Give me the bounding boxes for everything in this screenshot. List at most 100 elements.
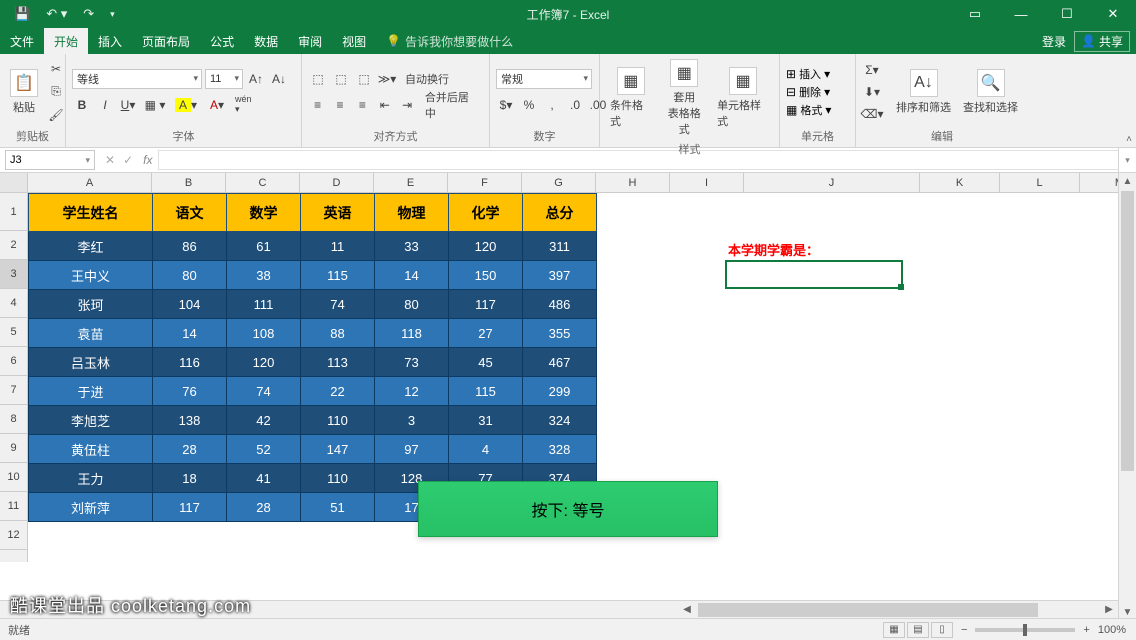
currency-icon[interactable]: $▾ xyxy=(496,95,516,115)
col-header-c[interactable]: C xyxy=(226,173,300,192)
table-cell[interactable]: 黄伍柱 xyxy=(29,435,153,464)
table-cell[interactable]: 150 xyxy=(449,261,523,290)
minimize-icon[interactable]: — xyxy=(998,0,1044,28)
zoom-in-icon[interactable]: + xyxy=(1083,624,1089,636)
conditional-format-button[interactable]: ▦条件格式 xyxy=(606,65,656,131)
table-cell[interactable]: 108 xyxy=(227,319,301,348)
row-header-7[interactable]: 7 xyxy=(0,376,27,405)
row-header-8[interactable]: 8 xyxy=(0,405,27,434)
copy-icon[interactable]: ⎘ xyxy=(46,82,66,102)
table-cell[interactable]: 袁苗 xyxy=(29,319,153,348)
table-cell[interactable]: 28 xyxy=(153,435,227,464)
decimal-inc-icon[interactable]: .0 xyxy=(565,95,585,115)
table-header[interactable]: 物理 xyxy=(375,194,449,232)
tab-review[interactable]: 审阅 xyxy=(288,28,332,54)
table-cell[interactable]: 355 xyxy=(523,319,597,348)
col-header-e[interactable]: E xyxy=(374,173,448,192)
table-cell[interactable]: 27 xyxy=(449,319,523,348)
font-name[interactable]: 等线 xyxy=(72,69,202,89)
tell-me[interactable]: 💡告诉我你想要做什么 xyxy=(386,33,513,50)
font-size[interactable]: 11 xyxy=(205,69,243,89)
table-cell[interactable]: 467 xyxy=(523,348,597,377)
table-cell[interactable]: 324 xyxy=(523,406,597,435)
close-icon[interactable]: ✕ xyxy=(1090,0,1136,28)
table-cell[interactable]: 14 xyxy=(375,261,449,290)
zoom-level[interactable]: 100% xyxy=(1098,624,1126,636)
table-cell[interactable]: 74 xyxy=(301,290,375,319)
fill-color-button[interactable]: A▾ xyxy=(172,95,200,115)
ribbon-options-icon[interactable]: ▭ xyxy=(952,0,998,28)
tab-insert[interactable]: 插入 xyxy=(88,28,132,54)
table-cell[interactable]: 14 xyxy=(153,319,227,348)
align-center-icon[interactable]: ≡ xyxy=(330,95,349,115)
insert-cells-button[interactable]: ⊞插入▾ xyxy=(786,66,831,82)
expand-formula-bar-icon[interactable]: ▾ xyxy=(1118,148,1136,173)
table-cell[interactable]: 52 xyxy=(227,435,301,464)
font-color-button[interactable]: A▾ xyxy=(203,95,231,115)
undo-icon[interactable]: ↶ ▾ xyxy=(40,2,73,26)
table-cell[interactable]: 41 xyxy=(227,464,301,493)
table-header[interactable]: 化学 xyxy=(449,194,523,232)
align-top-icon[interactable]: ⬚ xyxy=(308,69,328,89)
table-cell[interactable]: 38 xyxy=(227,261,301,290)
table-cell[interactable]: 33 xyxy=(375,232,449,261)
table-cell[interactable]: 120 xyxy=(449,232,523,261)
table-cell[interactable]: 31 xyxy=(449,406,523,435)
view-layout-icon[interactable]: ▤ xyxy=(907,622,929,638)
table-cell[interactable]: 于进 xyxy=(29,377,153,406)
select-all-corner[interactable] xyxy=(0,173,28,192)
col-header-d[interactable]: D xyxy=(300,173,374,192)
table-cell[interactable]: 51 xyxy=(301,493,375,522)
redo-icon[interactable]: ↷ xyxy=(77,2,100,26)
table-cell[interactable]: 486 xyxy=(523,290,597,319)
table-cell[interactable]: 117 xyxy=(449,290,523,319)
maximize-icon[interactable]: ☐ xyxy=(1044,0,1090,28)
sort-filter-button[interactable]: A↓排序和筛选 xyxy=(892,67,955,117)
table-cell[interactable]: 117 xyxy=(153,493,227,522)
table-cell[interactable]: 104 xyxy=(153,290,227,319)
indent-inc-icon[interactable]: ⇥ xyxy=(398,95,417,115)
table-cell[interactable]: 115 xyxy=(449,377,523,406)
table-cell[interactable]: 4 xyxy=(449,435,523,464)
zoom-out-icon[interactable]: − xyxy=(961,624,967,636)
cell-style-button[interactable]: ▦单元格样式 xyxy=(713,65,773,131)
merge-button[interactable]: 合并后居中 xyxy=(420,95,483,115)
col-header-g[interactable]: G xyxy=(522,173,596,192)
table-cell[interactable]: 18 xyxy=(153,464,227,493)
collapse-ribbon-icon[interactable]: ˄ xyxy=(1126,134,1132,145)
table-cell[interactable]: 11 xyxy=(301,232,375,261)
align-bottom-icon[interactable]: ⬚ xyxy=(354,69,374,89)
table-cell[interactable]: 147 xyxy=(301,435,375,464)
tab-view[interactable]: 视图 xyxy=(332,28,376,54)
table-cell[interactable]: 113 xyxy=(301,348,375,377)
table-cell[interactable]: 138 xyxy=(153,406,227,435)
italic-button[interactable]: I xyxy=(95,95,115,115)
col-header-l[interactable]: L xyxy=(1000,173,1080,192)
align-middle-icon[interactable]: ⬚ xyxy=(331,69,351,89)
table-cell[interactable]: 80 xyxy=(153,261,227,290)
table-cell[interactable]: 76 xyxy=(153,377,227,406)
delete-cells-button[interactable]: ⊟删除▾ xyxy=(786,84,831,100)
table-cell[interactable]: 299 xyxy=(523,377,597,406)
table-cell[interactable]: 王力 xyxy=(29,464,153,493)
tab-layout[interactable]: 页面布局 xyxy=(132,28,200,54)
underline-button[interactable]: U ▾ xyxy=(118,95,138,115)
row-header-11[interactable]: 11 xyxy=(0,492,27,521)
table-header[interactable]: 数学 xyxy=(227,194,301,232)
table-format-button[interactable]: ▦套用 表格格式 xyxy=(660,57,710,139)
enter-formula-icon[interactable]: ✓ xyxy=(123,153,133,167)
border-button[interactable]: ▦ ▾ xyxy=(141,95,169,115)
share-button[interactable]: 👤共享 xyxy=(1074,31,1130,52)
table-header[interactable]: 学生姓名 xyxy=(29,194,153,232)
comma-icon[interactable]: , xyxy=(542,95,562,115)
table-cell[interactable]: 97 xyxy=(375,435,449,464)
table-cell[interactable]: 12 xyxy=(375,377,449,406)
table-cell[interactable]: 22 xyxy=(301,377,375,406)
col-header-b[interactable]: B xyxy=(152,173,226,192)
table-cell[interactable]: 118 xyxy=(375,319,449,348)
table-header[interactable]: 语文 xyxy=(153,194,227,232)
table-cell[interactable]: 61 xyxy=(227,232,301,261)
table-cell[interactable]: 88 xyxy=(301,319,375,348)
view-normal-icon[interactable]: ▦ xyxy=(883,622,905,638)
qat-customize-icon[interactable]: ▾ xyxy=(104,5,121,24)
